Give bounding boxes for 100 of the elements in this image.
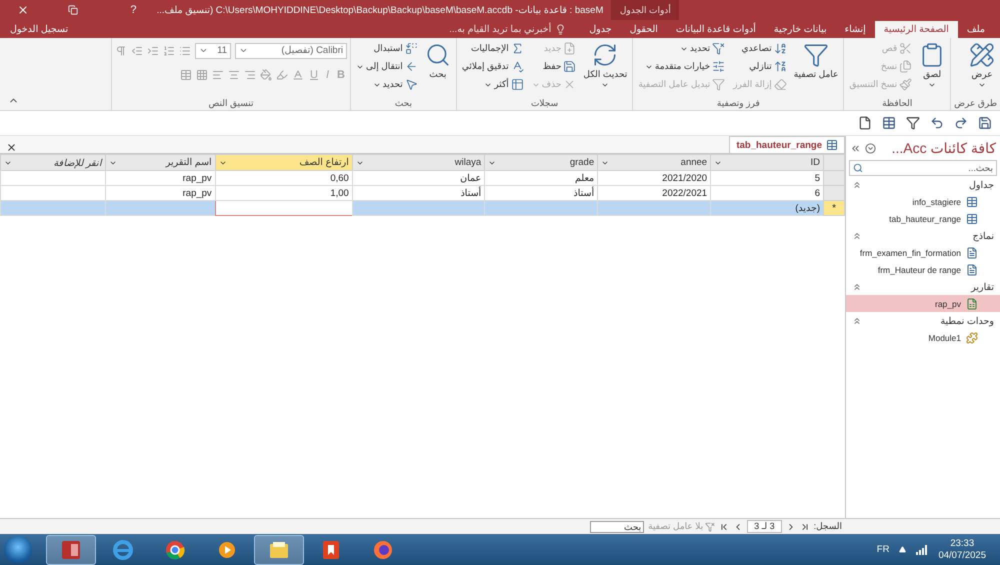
command-icon	[712, 42, 726, 56]
ribbon-button[interactable]: عرض	[967, 40, 997, 91]
tell-me-field[interactable]: أخبرني بما تريد القيام به...	[435, 20, 580, 38]
column-header[interactable]: انقر للإضافة	[0, 154, 106, 171]
clock[interactable]: 23:33 04/07/2025	[938, 538, 986, 562]
ribbon-tab[interactable]: الحقول	[620, 20, 667, 38]
nav-pane-title: كافة كائنات Acc...	[890, 140, 996, 157]
nav-item[interactable]: Module1	[846, 329, 1000, 346]
sign-in-link[interactable]: تسجيل الدخول	[0, 20, 78, 38]
command-icon	[712, 78, 726, 92]
table-cell: معلم	[484, 170, 598, 186]
filter-icon[interactable]	[906, 116, 920, 130]
window-title: baseM : قاعدة بيانات- C:\Users\MOHYIDDINE\Desktop\Backup\Backup\baseM\baseM.accdb (تنسيق ملف...	[156, 4, 604, 16]
object-icon	[966, 298, 978, 310]
search-field[interactable]: بحث	[590, 520, 644, 533]
format-icon	[292, 68, 304, 81]
ribbon-tab[interactable]: أدوات قاعدة البيانات	[666, 20, 765, 38]
group-label: طرق عرض	[954, 96, 997, 110]
lightbulb-icon	[555, 24, 566, 35]
command-icon	[774, 42, 787, 56]
nav-item[interactable]: info_stagiere	[846, 193, 1000, 210]
circle-logo-icon	[164, 538, 186, 561]
ribbon-button[interactable]: تصاعدي	[731, 40, 789, 58]
language-indicator[interactable]: FR	[876, 544, 890, 556]
collapse-pane-icon[interactable]	[850, 142, 861, 154]
table-cell: أستاذ	[484, 186, 598, 201]
format-icon	[244, 68, 256, 81]
object-icon	[966, 332, 978, 344]
undo-icon[interactable]	[930, 116, 944, 130]
ribbon-button[interactable]: تدقيق إملائي	[460, 58, 526, 76]
taskbar-app-button[interactable]	[254, 534, 304, 565]
column-header[interactable]: wilaya	[352, 154, 485, 171]
dropdown-icon[interactable]	[865, 142, 876, 154]
ribbon-button[interactable]: تنازلي	[731, 58, 789, 76]
ribbon-button[interactable]: الإجماليات	[460, 40, 526, 58]
nav-item[interactable]: frm_examen_fin_formation	[846, 244, 1000, 262]
nav-group-header[interactable]: وحدات نمطية	[846, 313, 1000, 330]
select-all-cell[interactable]	[824, 154, 844, 171]
save-icon[interactable]	[978, 116, 992, 130]
ribbon-tab[interactable]: بيانات خارجية	[764, 20, 836, 38]
signal-icon[interactable]	[916, 544, 928, 555]
collapse-icon	[852, 231, 862, 242]
format-icon	[163, 44, 175, 57]
command-icon	[899, 42, 912, 56]
ribbon-tab[interactable]: جدول	[580, 20, 621, 38]
command-icon	[563, 42, 576, 56]
start-button[interactable]	[4, 536, 32, 564]
last-record-icon[interactable]	[719, 522, 730, 532]
help-button[interactable]: ?	[118, 0, 149, 20]
table-cell: عمان	[352, 170, 485, 186]
ribbon-button[interactable]: خيارات متقدمة	[636, 58, 728, 76]
column-header[interactable]: annee	[598, 154, 711, 171]
table-cell: 2022/2021	[598, 186, 711, 201]
command-icon	[563, 60, 576, 74]
ribbon-button[interactable]: تحديد	[636, 40, 728, 58]
command-icon	[712, 60, 726, 74]
redo-icon[interactable]	[954, 116, 968, 130]
ribbon-tab[interactable]: الصفحة الرئيسية	[874, 20, 958, 38]
ribbon-button[interactable]: تحديد	[354, 76, 420, 94]
nav-item[interactable]: rap_pv	[846, 295, 1000, 312]
group-label: بحث	[394, 96, 413, 110]
first-record-icon[interactable]	[800, 522, 810, 532]
ribbon-button[interactable]: أكثر	[460, 76, 526, 94]
command-icon	[404, 42, 418, 56]
column-header[interactable]: ID	[710, 154, 824, 171]
table-icon[interactable]	[882, 116, 896, 130]
ribbon-button[interactable]: لصق	[917, 40, 948, 91]
group-label: تنسيق النص	[208, 96, 254, 110]
tray-arrow-icon[interactable]	[899, 546, 906, 554]
ribbon-button[interactable]: انتقال إلى	[354, 58, 420, 76]
ribbon-button[interactable]: بحث	[422, 40, 453, 82]
command-icon	[774, 78, 787, 92]
nav-group-header[interactable]: تقارير	[846, 279, 1000, 296]
ribbon-tab[interactable]: ملف	[958, 20, 994, 38]
ribbon-button[interactable]: تحديث الكل	[581, 40, 630, 91]
e-logo-icon	[112, 538, 134, 561]
format-icon	[147, 44, 159, 57]
nav-item[interactable]: tab_hauteur_range	[846, 210, 1000, 228]
column-header[interactable]: grade	[484, 154, 598, 171]
ribbon-button[interactable]: استبدال	[354, 40, 420, 58]
command-icon	[404, 60, 418, 74]
table-cell: 6	[710, 186, 824, 201]
nav-item[interactable]: frm_Hauteur de range	[846, 261, 1000, 278]
nav-group-header[interactable]: جداول	[846, 177, 1000, 194]
column-header[interactable]: اسم التقرير	[105, 154, 216, 171]
ribbon-button[interactable]: حفظ	[530, 58, 578, 76]
document-tab[interactable]: tab_hauteur_range	[729, 136, 845, 154]
filter-icon	[705, 522, 716, 532]
ribbon-tab[interactable]: إنشاء	[836, 20, 875, 38]
command-icon	[404, 78, 418, 92]
ribbon-button[interactable]: عامل تصفية	[792, 40, 840, 82]
record-position-field[interactable]: 3 لـ 3	[747, 520, 782, 534]
nav-group-header[interactable]: نماذج	[846, 228, 1000, 244]
command-icon	[899, 60, 912, 74]
document-icon[interactable]	[858, 116, 872, 130]
fox-logo-icon	[372, 538, 394, 561]
record-label: السجل:	[814, 521, 842, 532]
column-header[interactable]: ارتفاع الصف	[215, 154, 352, 171]
row-selector[interactable]: *	[824, 200, 844, 216]
search-field[interactable]: بحث...	[849, 160, 997, 176]
